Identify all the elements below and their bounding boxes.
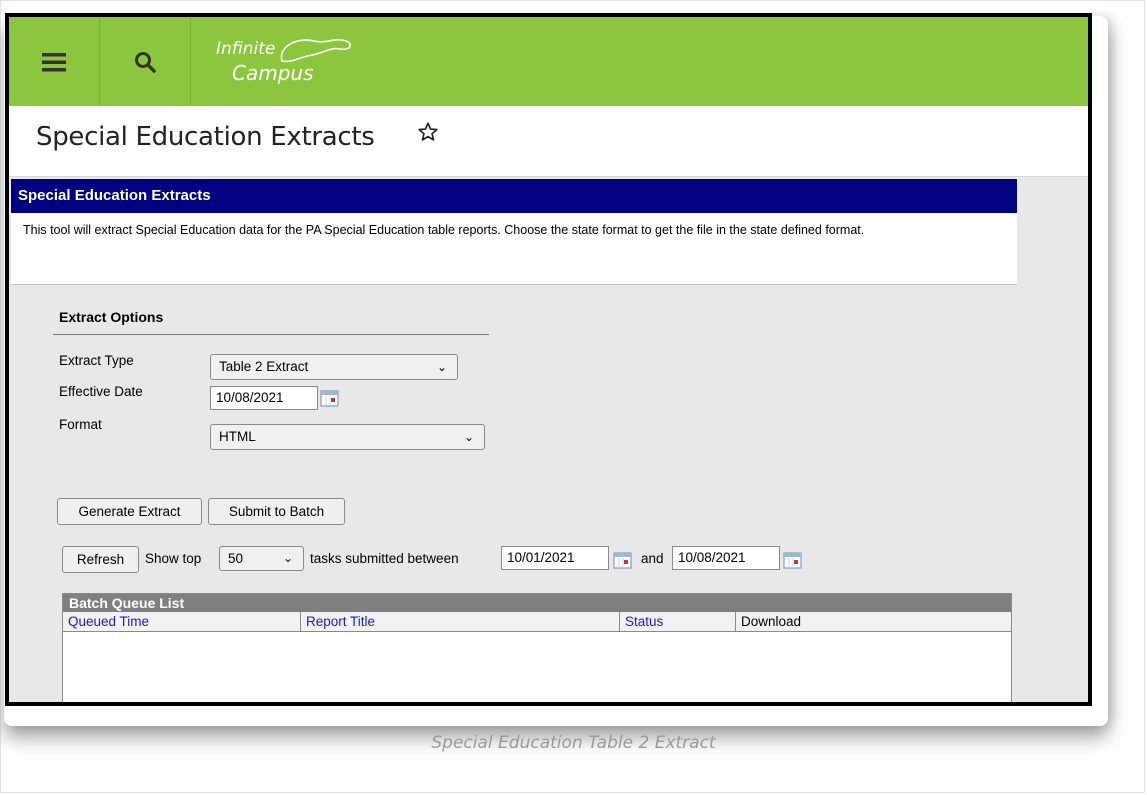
format-label: Format: [59, 417, 102, 432]
calendar-icon[interactable]: [613, 551, 633, 569]
menu-button[interactable]: [9, 17, 100, 106]
end-date-value: 10/08/2021: [678, 550, 746, 565]
column-queued-time[interactable]: Queued Time: [63, 612, 300, 631]
start-date-input[interactable]: 10/01/2021: [501, 546, 609, 570]
effective-date-value: 10/08/2021: [216, 390, 284, 405]
show-top-label: Show top: [145, 551, 202, 566]
show-top-select[interactable]: 50 ⌄: [219, 546, 304, 571]
column-report-title[interactable]: Report Title: [301, 612, 619, 631]
effective-date-input[interactable]: 10/08/2021: [210, 386, 318, 410]
batch-queue-title: Batch Queue List: [63, 594, 1011, 612]
extract-type-label: Extract Type: [59, 353, 134, 368]
chevron-down-icon: ⌄: [282, 551, 293, 565]
submit-to-batch-button[interactable]: Submit to Batch: [208, 498, 345, 525]
description-text: This tool will extract Special Education…: [23, 223, 865, 237]
extract-type-value: Table 2 Extract: [219, 359, 309, 374]
extract-options-heading: Extract Options: [59, 309, 164, 325]
tasks-between-label: tasks submitted between: [310, 551, 459, 566]
show-top-value: 50: [228, 551, 244, 566]
page-title: Special Education Extracts: [36, 122, 375, 152]
page-title-bar: Special Education Extracts: [9, 106, 1088, 177]
start-date-value: 10/01/2021: [507, 550, 575, 565]
divider: [53, 334, 489, 335]
logo-text-infinite: Infinite: [216, 39, 276, 59]
section-header: Special Education Extracts: [11, 179, 1017, 213]
figure-caption: Special Education Table 2 Extract: [431, 733, 716, 753]
column-status[interactable]: Status: [620, 612, 735, 631]
top-navigation-bar: Infinite Campus: [9, 17, 1088, 106]
chevron-down-icon: ⌄: [436, 360, 447, 374]
refresh-button[interactable]: Refresh: [62, 546, 139, 573]
generate-extract-button[interactable]: Generate Extract: [57, 498, 202, 525]
effective-date-label: Effective Date: [59, 384, 143, 399]
calendar-icon[interactable]: [320, 389, 340, 407]
hamburger-icon: [42, 52, 66, 71]
search-icon: [135, 51, 156, 73]
and-label: and: [641, 551, 664, 566]
extract-type-select[interactable]: Table 2 Extract ⌄: [210, 354, 458, 380]
batch-queue-header: Queued Time Report Title Status Download: [63, 612, 1011, 632]
calendar-icon[interactable]: [783, 551, 803, 569]
favorite-star-icon[interactable]: [417, 121, 439, 143]
search-button[interactable]: [100, 17, 191, 106]
logo-swoosh-icon: [280, 38, 352, 63]
batch-queue-list: Batch Queue List Queued Time Report Titl…: [62, 593, 1012, 702]
end-date-input[interactable]: 10/08/2021: [672, 546, 780, 570]
app-window: Infinite Campus Special Education Extrac…: [5, 13, 1092, 706]
main-content: Special Education Extracts This tool wil…: [9, 177, 1088, 702]
column-download: Download: [741, 614, 802, 629]
format-value: HTML: [219, 429, 256, 444]
format-select[interactable]: HTML ⌄: [210, 424, 485, 450]
description-box: This tool will extract Special Education…: [11, 213, 1017, 285]
chevron-down-icon: ⌄: [463, 430, 474, 444]
infinite-campus-logo[interactable]: Infinite Campus: [216, 31, 366, 91]
